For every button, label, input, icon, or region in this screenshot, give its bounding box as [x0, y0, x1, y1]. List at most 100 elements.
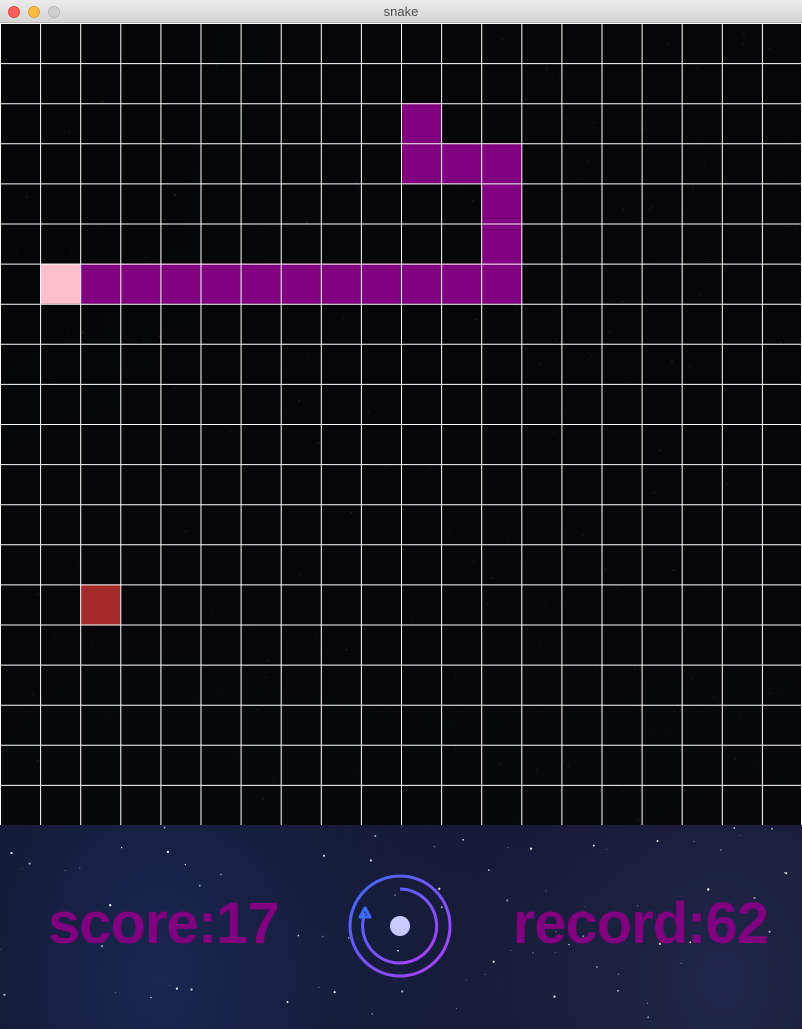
board-cell	[120, 143, 161, 184]
board-cell	[320, 223, 361, 264]
board-cell	[360, 23, 401, 64]
board-cell	[0, 303, 41, 344]
snake-segment	[80, 263, 121, 304]
board-cell	[601, 504, 642, 545]
board-cell	[120, 223, 161, 264]
restart-button[interactable]	[346, 872, 454, 980]
board-cell	[240, 664, 281, 705]
board-cell	[481, 704, 522, 745]
board-cell	[441, 383, 482, 424]
board-cell	[120, 183, 161, 224]
window-title: snake	[383, 4, 419, 19]
board-cell	[80, 343, 121, 384]
board-cell	[80, 464, 121, 505]
board-cell	[481, 464, 522, 505]
board-cell	[80, 704, 121, 745]
board-cell	[160, 303, 201, 344]
board-cell	[721, 223, 762, 264]
board-cell	[240, 223, 281, 264]
board-cell	[0, 464, 41, 505]
board-cell	[521, 664, 562, 705]
board-cell	[0, 624, 41, 665]
board-cell	[401, 183, 442, 224]
board-cell	[360, 664, 401, 705]
board-cell	[681, 704, 722, 745]
board-cell	[80, 63, 121, 104]
board-cell	[320, 143, 361, 184]
board-cell	[0, 143, 41, 184]
board-cell	[481, 624, 522, 665]
board-cell	[761, 544, 802, 585]
board-cell	[681, 383, 722, 424]
board-cell	[561, 63, 602, 104]
board-cell	[360, 343, 401, 384]
board-cell	[320, 504, 361, 545]
board-cell	[0, 223, 41, 264]
board-cell	[401, 383, 442, 424]
snake-segment	[360, 263, 401, 304]
board-cell	[240, 504, 281, 545]
board-cell	[521, 383, 562, 424]
board-cell	[601, 664, 642, 705]
board-cell	[561, 143, 602, 184]
board-cell	[40, 23, 81, 64]
board-cell	[761, 263, 802, 304]
board-cell	[761, 624, 802, 665]
board-cell	[601, 624, 642, 665]
board-cell	[521, 103, 562, 144]
board-cell	[561, 464, 602, 505]
board-cell	[441, 464, 482, 505]
board-cell	[681, 784, 722, 825]
board-cell	[280, 744, 321, 785]
board-cell	[521, 23, 562, 64]
board-cell	[200, 584, 241, 625]
board-cell	[641, 343, 682, 384]
board-cell	[0, 383, 41, 424]
board-cell	[120, 544, 161, 585]
board-cell	[0, 23, 41, 64]
board-cell	[360, 424, 401, 465]
board-cell	[561, 744, 602, 785]
board-cell	[120, 784, 161, 825]
board-cell	[641, 103, 682, 144]
board-cell	[441, 744, 482, 785]
board-cell	[721, 183, 762, 224]
board-cell	[160, 504, 201, 545]
board-cell	[521, 303, 562, 344]
board-cell	[40, 544, 81, 585]
board-cell	[0, 704, 41, 745]
board-cell	[160, 383, 201, 424]
board-cell	[120, 303, 161, 344]
board-cell	[681, 183, 722, 224]
board-cell	[521, 584, 562, 625]
board-cell	[401, 23, 442, 64]
board-cell	[401, 63, 442, 104]
board-cell	[441, 183, 482, 224]
board-cell	[641, 544, 682, 585]
snake-segment	[120, 263, 161, 304]
board-cell	[601, 303, 642, 344]
snake-segment	[320, 263, 361, 304]
board-cell	[320, 383, 361, 424]
board-cell	[40, 584, 81, 625]
board-cell	[721, 784, 762, 825]
board-cell	[280, 303, 321, 344]
board-cell	[360, 103, 401, 144]
board-cell	[761, 223, 802, 264]
board-cell	[360, 464, 401, 505]
board-cell	[360, 704, 401, 745]
board-cell	[320, 664, 361, 705]
board-cell	[641, 784, 682, 825]
board-cell	[160, 343, 201, 384]
board-cell	[40, 103, 81, 144]
board-cell	[561, 584, 602, 625]
board-cell	[240, 464, 281, 505]
board-cell	[641, 303, 682, 344]
board-cell	[601, 23, 642, 64]
board-cell	[240, 183, 281, 224]
board-cell	[200, 624, 241, 665]
board-cell	[761, 464, 802, 505]
board-cell	[40, 624, 81, 665]
board-cell	[601, 544, 642, 585]
board-cell	[280, 464, 321, 505]
